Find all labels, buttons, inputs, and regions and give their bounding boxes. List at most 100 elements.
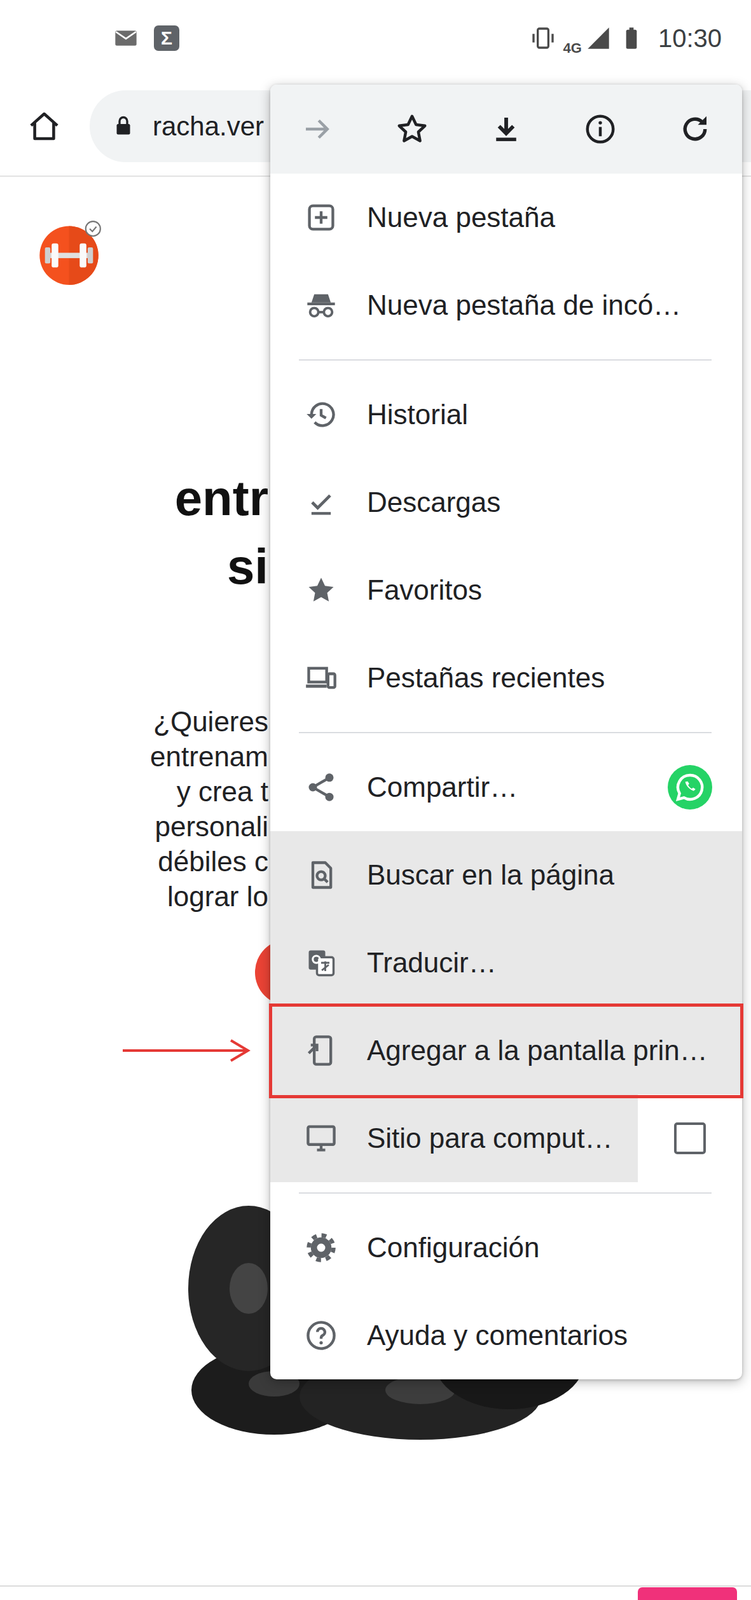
intro-line: entrenam [0,738,269,774]
whatsapp-icon[interactable] [667,764,713,810]
annotation-arrow-icon [122,1037,252,1064]
phone-screen: Σ 4G 10:30 racha.ver entrsi ¿Quieresentrena… [0,0,751,1600]
download-icon[interactable] [487,110,526,149]
url-text: racha.ver [152,106,264,147]
menu-item-main[interactable]: Favoritos [270,546,743,634]
status-left: Σ [113,25,180,51]
menu-item[interactable]: Traducir… [270,918,743,1007]
vibrate-icon [530,25,556,51]
page-intro: ¿Quieresentrenamy crea tpersonalidébiles… [0,703,269,914]
signal-icon [585,25,612,51]
menu-item[interactable]: Descargas [270,458,743,547]
status-bar: Σ 4G 10:30 [0,0,751,77]
item-highlight [270,458,743,547]
battery-icon [618,25,645,51]
item-highlight [270,546,743,634]
desktop-icon [304,1121,338,1155]
menu-divider [270,721,743,744]
divider-line [298,731,712,734]
menu-item-main[interactable]: Pestañas recientes [270,633,743,722]
menu-item-main[interactable]: Ayuda y comentarios [270,1291,743,1380]
menu-item-label: Nueva pestaña de incó… [366,284,682,327]
menu-item[interactable]: Ayuda y comentarios [270,1291,743,1380]
network-type: 4G [563,37,582,59]
menu-item-label: Sitio para comput… [366,1117,613,1160]
devices-icon [304,661,338,695]
menu-item[interactable]: Favoritos [270,546,743,634]
clock: 10:30 [658,19,722,58]
downloads-icon [304,485,338,519]
star-icon [304,573,338,607]
floating-badge[interactable] [637,1587,738,1600]
forward-icon [298,110,337,149]
menu-item-label: Pestañas recientes [366,656,605,699]
translate-icon [304,946,338,980]
gear-icon [304,1231,338,1265]
menu-item-label: Historial [366,393,469,436]
menu-divider [270,1182,743,1204]
menu-item-label: Nueva pestaña [366,196,556,239]
share-target[interactable] [637,743,743,832]
menu-item-main[interactable]: Traducir… [270,918,743,1007]
item-highlight [270,918,743,1007]
menu-item[interactable]: Nueva pestaña [270,173,743,262]
incognito-icon [304,288,338,322]
heading-line: si [0,532,269,601]
item-highlight [270,370,743,459]
intro-line: ¿Quieres [0,703,269,739]
page-heading: entrsi [0,463,269,601]
menu-item-label: Traducir… [366,941,497,984]
menu-item-main[interactable]: Nueva pestaña [270,173,743,262]
menu-item-main[interactable]: Buscar en la página [270,831,743,919]
add-to-home-icon [304,1033,338,1068]
menu-item-main[interactable]: Historial [270,370,743,459]
menu-item-label: Ayuda y comentarios [366,1314,628,1357]
menu-item-label: Agregar a la pantalla prin… [366,1029,708,1072]
bookmark-icon[interactable] [392,110,432,149]
status-right: 4G 10:30 [530,18,722,59]
info-icon[interactable] [581,110,620,149]
menu-item[interactable]: Nueva pestaña de incó… [270,261,743,350]
intro-line: y crea t [0,773,269,809]
divider-line [298,359,712,361]
menu-item-main[interactable]: Agregar a la pantalla prin… [270,1006,743,1095]
browser-menu: Nueva pestaña Nueva pestaña de incó… Histo… [270,84,743,1380]
menu-item[interactable]: Pestañas recientes [270,633,743,722]
share-icon [304,770,338,804]
menu-toolbar [270,84,743,174]
intro-line: lograr lo [0,878,269,914]
menu-item-main[interactable]: Nueva pestaña de incó… [270,261,743,350]
reload-icon[interactable] [675,110,715,149]
checkbox-cell[interactable] [637,1094,743,1183]
menu-item[interactable]: Sitio para comput… [270,1094,743,1183]
home-icon[interactable] [26,108,62,144]
app-notification-icon: Σ [153,25,180,51]
menu-item-label: Compartir… [366,766,518,809]
menu-item-main[interactable]: Sitio para comput… [270,1094,638,1183]
new-tab-icon [304,200,338,235]
intro-line: personali [0,808,269,844]
menu-item[interactable]: Buscar en la página [270,831,743,919]
menu-item[interactable]: Agregar a la pantalla prin… [270,1006,743,1095]
site-logo[interactable] [35,219,103,287]
menu-item[interactable]: Configuración [270,1203,743,1292]
desktop-site-checkbox[interactable] [674,1122,706,1155]
mail-icon [113,25,139,51]
menu-item-label: Configuración [366,1226,540,1269]
menu-item-label: Favoritos [366,569,483,612]
menu-item-label: Buscar en la página [366,854,615,896]
menu-item-main[interactable]: Descargas [270,458,743,547]
bottom-bar [0,1585,751,1600]
menu-item[interactable]: Historial [270,370,743,459]
heading-line: entr [0,463,269,533]
menu-item-main[interactable]: Compartir… [270,743,638,832]
find-in-page-icon [304,858,338,892]
menu-item[interactable]: Compartir… [270,743,743,832]
lock-icon [111,114,135,138]
menu-item-label: Descargas [366,481,501,524]
menu-item-main[interactable]: Configuración [270,1203,743,1292]
menu-divider [270,349,743,371]
divider-line [298,1192,712,1194]
intro-line: débiles c [0,843,269,879]
help-icon [304,1318,338,1352]
